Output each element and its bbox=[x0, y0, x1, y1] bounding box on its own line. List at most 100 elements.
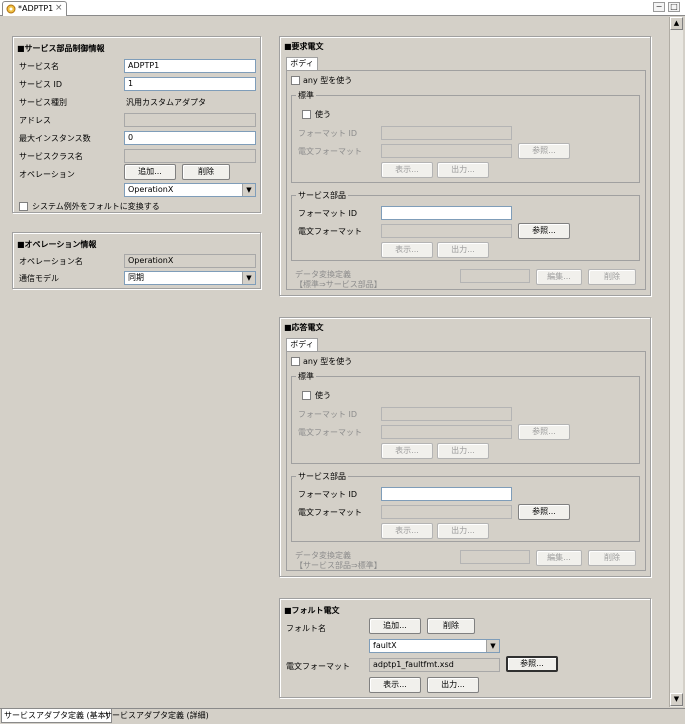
response-sp-format-label: 電文フォーマット bbox=[298, 508, 362, 517]
request-std-format-field[interactable] bbox=[381, 144, 512, 158]
operation-info-group: ■オペレーション情報 オペレーション名 OperationX 通信モデル 同期 … bbox=[12, 232, 261, 289]
maximize-button[interactable]: □ bbox=[668, 2, 680, 12]
request-sp-format-label: 電文フォーマット bbox=[298, 227, 362, 236]
response-std-format-field[interactable] bbox=[381, 425, 512, 439]
response-body-panel: any 型を使う 標準 使う フォーマット ID 電文フォーマット 参照... … bbox=[286, 351, 646, 571]
adapter-file-icon bbox=[6, 4, 16, 14]
comm-model-value: 同期 bbox=[128, 273, 144, 282]
fault-format-field[interactable]: adptp1_faultfmt.xsd bbox=[369, 658, 500, 672]
response-std-format-id-label: フォーマット ID bbox=[298, 410, 358, 419]
close-icon[interactable]: × bbox=[55, 3, 63, 13]
request-standard-title: 標準 bbox=[296, 90, 316, 101]
fault-ref-button[interactable]: 参照... bbox=[506, 656, 558, 672]
response-std-ref-button[interactable]: 参照... bbox=[518, 424, 570, 440]
response-conv-field[interactable] bbox=[460, 550, 530, 564]
operation-label: オペレーション bbox=[19, 170, 75, 179]
request-std-show-button[interactable]: 表示... bbox=[381, 162, 433, 178]
service-name-label: サービス名 bbox=[19, 62, 59, 71]
operation-select[interactable]: OperationX ▼ bbox=[124, 183, 256, 197]
response-sp-show-button[interactable]: 表示... bbox=[381, 523, 433, 539]
tab-basic[interactable]: サービスアダプタ定義 (基本) bbox=[1, 709, 112, 723]
fault-name-label: フォルト名 bbox=[286, 624, 326, 633]
request-use-checkbox[interactable] bbox=[302, 110, 311, 119]
comm-model-select[interactable]: 同期 ▼ bbox=[124, 271, 256, 285]
request-sp-format-field[interactable] bbox=[381, 224, 512, 238]
tab-detail[interactable]: サービスアダプタ定義 (詳細) bbox=[102, 709, 211, 723]
request-conv-edit-button[interactable]: 編集... bbox=[536, 269, 582, 285]
fault-select-value: faultX bbox=[373, 641, 397, 650]
request-conv-field[interactable] bbox=[460, 269, 530, 283]
response-sp-ref-button[interactable]: 参照... bbox=[518, 504, 570, 520]
response-std-output-button[interactable]: 出力... bbox=[437, 443, 489, 459]
response-sp-format-id-label: フォーマット ID bbox=[298, 490, 358, 499]
service-class-field[interactable] bbox=[124, 149, 256, 163]
service-name-field[interactable]: ADPTP1 bbox=[124, 59, 256, 73]
response-any-label: any 型を使う bbox=[303, 357, 353, 366]
vertical-scrollbar[interactable]: ▲ ▼ bbox=[669, 17, 683, 707]
request-sp-output-button[interactable]: 出力... bbox=[437, 242, 489, 258]
fault-output-button[interactable]: 出力... bbox=[427, 677, 479, 693]
fault-format-label: 電文フォーマット bbox=[286, 662, 350, 671]
operation-name-field[interactable]: OperationX bbox=[124, 254, 256, 268]
editor-tab-title: *ADPTP1 bbox=[18, 4, 54, 13]
request-service-part-title: サービス部品 bbox=[296, 190, 348, 201]
response-sp-output-button[interactable]: 出力... bbox=[437, 523, 489, 539]
response-title: ■応答電文 bbox=[284, 323, 324, 332]
response-conv-edit-button[interactable]: 編集... bbox=[536, 550, 582, 566]
delete-operation-button[interactable]: 削除 bbox=[182, 164, 230, 180]
delete-fault-button[interactable]: 削除 bbox=[427, 618, 475, 634]
add-operation-button[interactable]: 追加... bbox=[124, 164, 176, 180]
minimize-button[interactable]: − bbox=[653, 2, 665, 12]
response-sp-format-field[interactable] bbox=[381, 505, 512, 519]
request-conv-delete-button[interactable]: 削除 bbox=[588, 269, 636, 285]
max-instances-field[interactable]: 0 bbox=[124, 131, 256, 145]
response-std-show-button[interactable]: 表示... bbox=[381, 443, 433, 459]
scroll-down-icon[interactable]: ▼ bbox=[670, 693, 683, 706]
response-conv-delete-button[interactable]: 削除 bbox=[588, 550, 636, 566]
operation-name-label: オペレーション名 bbox=[19, 257, 83, 266]
response-use-label: 使う bbox=[315, 391, 331, 400]
response-any-checkbox[interactable] bbox=[291, 357, 300, 366]
response-standard-title: 標準 bbox=[296, 371, 316, 382]
request-any-checkbox[interactable] bbox=[291, 76, 300, 85]
page-tab-bar: サービスアダプタ定義 (基本) サービスアダプタ定義 (詳細) bbox=[0, 708, 685, 724]
request-sp-ref-button[interactable]: 参照... bbox=[518, 223, 570, 239]
response-group: ■応答電文 ボディ any 型を使う 標準 使う フォーマット ID 電文フォー… bbox=[279, 317, 651, 577]
request-standard-group: 標準 使う フォーマット ID 電文フォーマット 参照... 表示... 出力.… bbox=[291, 90, 640, 183]
request-sp-format-id-field[interactable] bbox=[381, 206, 512, 220]
response-std-format-id-field[interactable] bbox=[381, 407, 512, 421]
fault-convert-checkbox[interactable] bbox=[19, 202, 28, 211]
fault-convert-label: システム例外をフォルトに変換する bbox=[32, 202, 160, 211]
response-service-part-title: サービス部品 bbox=[296, 471, 348, 482]
response-std-format-label: 電文フォーマット bbox=[298, 428, 362, 437]
chevron-down-icon[interactable]: ▼ bbox=[242, 272, 255, 284]
scroll-up-icon[interactable]: ▲ bbox=[670, 17, 683, 30]
fault-show-button[interactable]: 表示... bbox=[369, 677, 421, 693]
operation-select-value: OperationX bbox=[128, 185, 174, 194]
address-field[interactable] bbox=[124, 113, 256, 127]
request-body-tab[interactable]: ボディ bbox=[286, 57, 318, 70]
request-std-output-button[interactable]: 出力... bbox=[437, 162, 489, 178]
fault-select[interactable]: faultX ▼ bbox=[369, 639, 500, 653]
request-sp-show-button[interactable]: 表示... bbox=[381, 242, 433, 258]
response-conv-line2: 【サービス部品⇒標準】 bbox=[295, 561, 382, 570]
request-title: ■要求電文 bbox=[284, 42, 324, 51]
editor-tab[interactable]: *ADPTP1 × bbox=[2, 1, 67, 16]
request-conv-line2: 【標準⇒サービス部品】 bbox=[295, 280, 382, 289]
response-sp-format-id-field[interactable] bbox=[381, 487, 512, 501]
fault-group: ■フォルト電文 フォルト名 追加... 削除 faultX ▼ 電文フォーマット… bbox=[279, 598, 651, 698]
request-any-label: any 型を使う bbox=[303, 76, 353, 85]
service-id-field[interactable]: 1 bbox=[124, 77, 256, 91]
service-id-label: サービス ID bbox=[19, 80, 63, 89]
request-sp-format-id-label: フォーマット ID bbox=[298, 209, 358, 218]
chevron-down-icon[interactable]: ▼ bbox=[242, 184, 255, 196]
request-std-format-id-label: フォーマット ID bbox=[298, 129, 358, 138]
service-info-title: ■サービス部品制御情報 bbox=[17, 44, 105, 53]
response-body-tab[interactable]: ボディ bbox=[286, 338, 318, 351]
chevron-down-icon[interactable]: ▼ bbox=[486, 640, 499, 652]
add-fault-button[interactable]: 追加... bbox=[369, 618, 421, 634]
response-use-checkbox[interactable] bbox=[302, 391, 311, 400]
request-std-ref-button[interactable]: 参照... bbox=[518, 143, 570, 159]
service-class-label: サービスクラス名 bbox=[19, 152, 83, 161]
request-std-format-id-field[interactable] bbox=[381, 126, 512, 140]
